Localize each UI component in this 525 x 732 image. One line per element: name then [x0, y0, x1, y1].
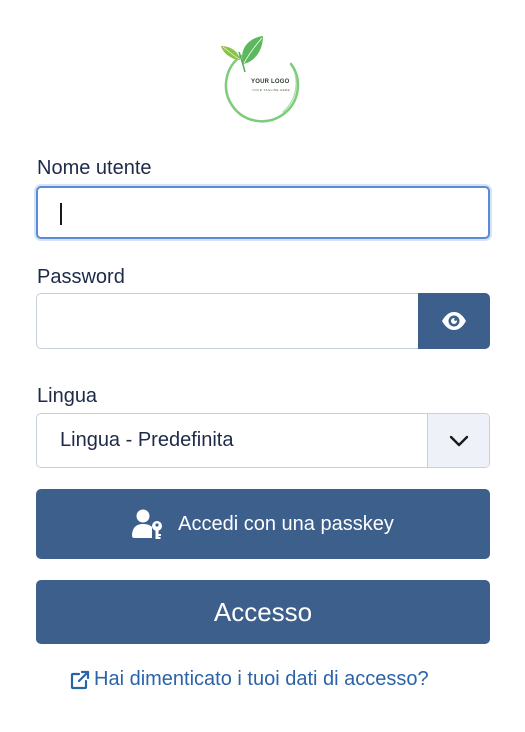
login-button-label: Accesso — [213, 596, 313, 627]
text-caret — [60, 203, 62, 225]
passkey-button-label: Accedi con una passkey — [178, 512, 394, 535]
forgot-link-label: Hai dimenticato i tuoi dati di accesso? — [94, 668, 429, 690]
password-field-group — [36, 293, 490, 349]
language-label: Lingua — [37, 385, 98, 407]
username-label: Nome utente — [37, 157, 152, 179]
user-key-icon — [132, 508, 164, 540]
site-logo: YOUR LOGO YOUR TAGLINE HERE — [213, 34, 309, 124]
passkey-login-button[interactable]: Accedi con una passkey — [36, 489, 490, 559]
forgot-credentials-link[interactable]: Hai dimenticato i tuoi dati di accesso? — [70, 668, 429, 691]
show-password-button[interactable] — [418, 293, 490, 349]
password-label: Password — [37, 266, 125, 288]
external-link-icon — [70, 670, 90, 690]
username-input[interactable] — [36, 186, 490, 239]
language-selected-value: Lingua - Predefinita — [60, 429, 234, 451]
login-button[interactable]: Accesso — [36, 580, 490, 644]
logo-tagline: YOUR TAGLINE HERE — [252, 88, 291, 92]
password-input[interactable] — [36, 293, 419, 349]
login-page: YOUR LOGO YOUR TAGLINE HERE Nome utente … — [0, 0, 525, 732]
logo-text: YOUR LOGO — [251, 79, 290, 85]
language-select[interactable]: Lingua - Predefinita — [36, 413, 490, 468]
eye-icon — [441, 312, 467, 330]
chevron-down-icon — [427, 414, 489, 467]
